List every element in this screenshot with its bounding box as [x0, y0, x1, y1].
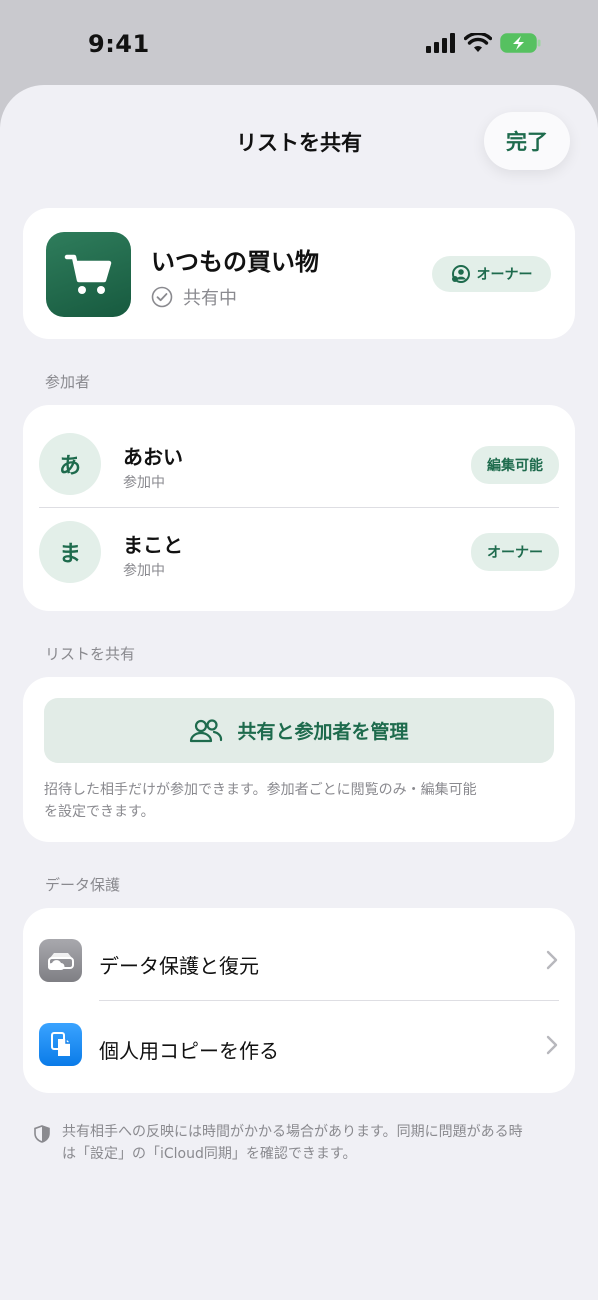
status-time: 9:41 — [88, 30, 150, 58]
status-icons — [426, 32, 542, 54]
copy-document-icon — [39, 1023, 82, 1066]
list-name: いつもの買い物 — [151, 248, 319, 276]
protection-card: データ保護と復元 個人用コピーを作る — [23, 908, 575, 1093]
participant-row[interactable]: あ あおい 参加中 編集可能 — [23, 405, 575, 507]
participants-section-label: 参加者 — [45, 373, 91, 391]
permission-badge: オーナー — [471, 533, 559, 571]
permission-badge: 編集可能 — [471, 446, 559, 484]
footer-note-line: 共有相手への反映には時間がかかる場合があります。同期に問題がある時 — [62, 1124, 523, 1140]
share-note-line: 招待した相手だけが参加できます。参加者ごとに閲覧のみ・編集可能 — [44, 782, 477, 798]
person-crown-icon — [451, 265, 470, 283]
protection-section-label: データ保護 — [45, 876, 121, 894]
share-note-line: を設定できます。 — [44, 804, 155, 820]
footer-note-line: は「設定」の「iCloud同期」を確認できます。 — [62, 1146, 357, 1162]
share-list-sheet: リストを共有 完了 いつもの買い物 共有中 オーナー 参加者 あ あおい 参加中… — [0, 85, 598, 1300]
avatar: あ — [39, 433, 101, 495]
share-card: 共有と参加者を管理 招待した相手だけが参加できます。参加者ごとに閲覧のみ・編集可… — [23, 677, 575, 842]
owner-badge: オーナー — [432, 256, 551, 292]
chevron-right-icon — [546, 1035, 558, 1060]
shopping-cart-icon — [46, 232, 131, 317]
participant-status: 参加中 — [123, 475, 165, 491]
personal-copy-row[interactable]: 個人用コピーを作る — [23, 1001, 575, 1093]
done-button[interactable]: 完了 — [484, 112, 570, 170]
participant-row[interactable]: ま まこと 参加中 オーナー — [23, 508, 575, 610]
checkmark-circle-icon — [151, 286, 173, 308]
protection-restore-row[interactable]: データ保護と復元 — [23, 908, 575, 1000]
owner-badge-label: オーナー — [476, 267, 533, 283]
cellular-signal-icon — [426, 33, 455, 53]
people-icon — [190, 718, 223, 742]
share-section-label: リストを共有 — [45, 645, 136, 663]
participant-status: 参加中 — [123, 563, 165, 579]
share-note: 招待した相手だけが参加できます。参加者ごとに閲覧のみ・編集可能 を設定できます。 — [44, 779, 544, 823]
participant-name: まこと — [123, 533, 183, 557]
shield-icon — [34, 1125, 50, 1147]
battery-charging-icon — [500, 33, 541, 53]
manage-sharing-button[interactable]: 共有と参加者を管理 — [44, 698, 554, 763]
avatar: ま — [39, 521, 101, 583]
list-summary-card: いつもの買い物 共有中 オーナー — [23, 208, 575, 339]
manage-sharing-label: 共有と参加者を管理 — [237, 721, 409, 743]
shared-status: 共有中 — [151, 284, 237, 310]
cloud-drive-icon — [39, 939, 82, 982]
personal-copy-label: 個人用コピーを作る — [99, 1039, 279, 1063]
chevron-right-icon — [546, 950, 558, 975]
footer-note: 共有相手への反映には時間がかかる場合があります。同期に問題がある時 は「設定」の… — [62, 1121, 582, 1165]
participant-name: あおい — [123, 445, 183, 469]
shared-status-label: 共有中 — [183, 288, 237, 309]
participants-card: あ あおい 参加中 編集可能 ま まこと 参加中 オーナー — [23, 405, 575, 611]
wifi-icon — [464, 33, 492, 52]
status-bar: 9:41 — [0, 0, 598, 88]
protection-restore-label: データ保護と復元 — [99, 954, 259, 978]
